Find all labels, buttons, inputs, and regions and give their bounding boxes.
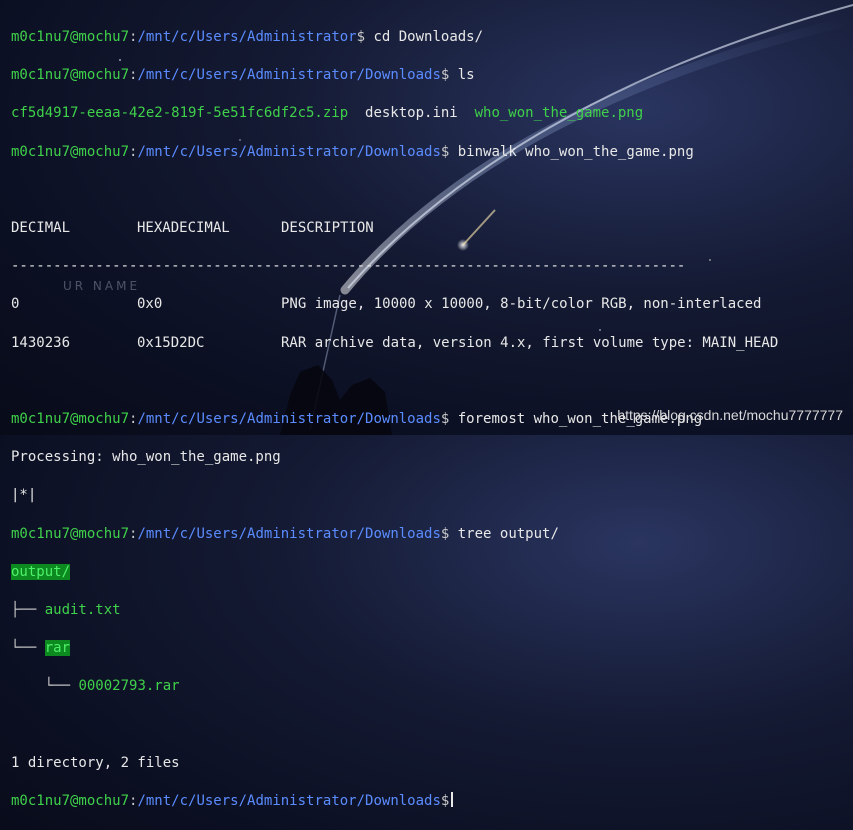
tree-file: audit.txt — [44, 601, 121, 618]
terminal-line: m0c1nu7@mochu7:/mnt/c/Users/Administrato… — [11, 791, 853, 811]
prompt-user: m0c1nu7@mochu7 — [11, 143, 130, 160]
prompt-path: /mnt/c/Users/Administrator/Downloads — [137, 143, 441, 160]
binwalk-header-row: DECIMAL HEXADECIMAL DESCRIPTION — [11, 219, 853, 238]
terminal-line: m0c1nu7@mochu7:/mnt/c/Users/Administrato… — [11, 67, 475, 84]
table-header: DECIMAL — [11, 220, 71, 237]
progress-indicator: |*| — [11, 487, 37, 504]
table-cell: 0 — [11, 296, 20, 313]
prompt-user: m0c1nu7@mochu7 — [11, 792, 130, 809]
command-text: binwalk who_won_the_game.png — [457, 143, 694, 160]
prompt-path: /mnt/c/Users/Administrator/Downloads — [137, 792, 441, 809]
ls-file: desktop.ini — [365, 105, 458, 122]
table-cell: PNG image, 10000 x 10000, 8-bit/color RG… — [281, 296, 762, 313]
command-text: tree output/ — [457, 525, 559, 542]
ls-file: who_won_the_game.png — [474, 105, 644, 122]
table-row: 0 0x0 PNG image, 10000 x 10000, 8-bit/colo… — [11, 295, 853, 314]
prompt-user: m0c1nu7@mochu7 — [11, 525, 130, 542]
prompt-user: m0c1nu7@mochu7 — [11, 29, 130, 46]
watermark-url: https://blog.csdn.net/mochu7777777 — [617, 407, 843, 423]
terminal-line: m0c1nu7@mochu7:/mnt/c/Users/Administrato… — [11, 143, 694, 160]
tree-branch-icon: ├── — [11, 601, 45, 618]
table-header: HEXADECIMAL — [137, 220, 230, 237]
prompt-path: /mnt/c/Users/Administrator/Downloads — [137, 410, 441, 427]
prompt-path: /mnt/c/Users/Administrator/Downloads — [137, 525, 441, 542]
table-row: 1430236 0x15D2DC RAR archive data, version… — [11, 334, 853, 353]
prompt-path: /mnt/c/Users/Administrator/Downloads — [137, 67, 441, 84]
terminal-line: m0c1nu7@mochu7:/mnt/c/Users/Administrato… — [11, 29, 484, 46]
table-header: DESCRIPTION — [281, 220, 374, 237]
tree-summary: 1 directory, 2 files — [11, 754, 180, 771]
prompt-user: m0c1nu7@mochu7 — [11, 410, 130, 427]
tree-branch-icon: └── — [11, 640, 45, 657]
ls-file: cf5d4917-eeaa-42e2-819f-5e51fc6df2c5.zip — [11, 105, 349, 122]
table-cell: 1430236 — [11, 334, 71, 351]
binwalk-rule: ----------------------------------------… — [11, 258, 686, 275]
command-text: cd Downloads/ — [373, 29, 484, 46]
tree-file: 00002793.rar — [78, 678, 180, 695]
ls-output-line: cf5d4917-eeaa-42e2-819f-5e51fc6df2c5.zip… — [11, 104, 853, 123]
prompt-user: m0c1nu7@mochu7 — [11, 67, 130, 84]
command-text: ls — [457, 67, 475, 84]
table-cell: 0x0 — [137, 296, 163, 313]
terminal-window[interactable]: m0c1nu7@mochu7:/mnt/c/Users/Administrato… — [0, 0, 853, 809]
tree-root-dir: output/ — [11, 563, 71, 580]
output-line: Processing: who_won_the_game.png — [11, 449, 281, 466]
terminal-line: m0c1nu7@mochu7:/mnt/c/Users/Administrato… — [11, 525, 559, 542]
prompt-path: /mnt/c/Users/Administrator — [137, 29, 357, 46]
table-cell: RAR archive data, version 4.x, first vol… — [281, 334, 779, 351]
text-cursor[interactable] — [451, 791, 454, 807]
tree-branch-icon: └── — [11, 678, 79, 695]
tree-dir: rar — [44, 640, 71, 657]
table-cell: 0x15D2DC — [137, 334, 205, 351]
